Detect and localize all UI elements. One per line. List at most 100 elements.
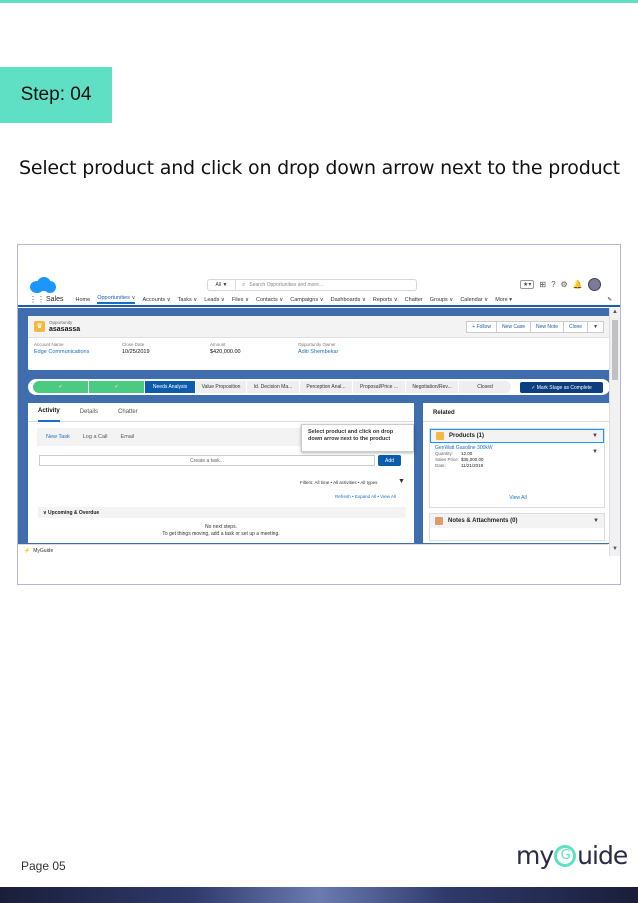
field-value: 10/25/2019: [122, 349, 150, 355]
setup-gear-icon[interactable]: ⚙: [561, 280, 568, 289]
stage-proposal-price-quote[interactable]: Proposal/Price ...: [353, 381, 405, 393]
tab-new-task[interactable]: New Task: [46, 434, 70, 440]
scroll-up-arrow-icon[interactable]: ▲: [612, 309, 618, 315]
mark-stage-complete-button[interactable]: ✓ Mark Stage as Complete: [520, 382, 603, 393]
help-icon[interactable]: ?: [551, 280, 555, 289]
products-header: Products (1) ▼: [430, 429, 604, 443]
nav-item-reports[interactable]: Reports ∨: [373, 297, 398, 303]
products-title[interactable]: Products (1): [449, 433, 484, 439]
tab-log-a-call[interactable]: Log a Call: [83, 434, 108, 440]
logo-text-uide: uide: [577, 841, 628, 870]
stage-completed-2[interactable]: ✓: [89, 381, 144, 393]
user-avatar[interactable]: [587, 278, 601, 291]
top-accent-line: [0, 0, 638, 3]
stage-closed[interactable]: Closed: [459, 381, 511, 393]
salesforce-screenshot: All ▼ ⌕ Search Opportunities and more...…: [17, 244, 621, 585]
myguide-logo: my G uide: [516, 841, 628, 870]
clone-button[interactable]: Clone: [562, 321, 589, 333]
field-label: Opportunity Owner: [298, 342, 336, 347]
tab-details[interactable]: Details: [80, 403, 98, 422]
tab-activity[interactable]: Activity: [38, 403, 60, 422]
nav-item-calendar[interactable]: Calendar ∨: [460, 297, 488, 303]
myguide-bolt-icon: ⚡: [24, 547, 31, 554]
search-placeholder: Search Opportunities and more...: [249, 282, 324, 288]
global-search[interactable]: All ▼ ⌕ Search Opportunities and more...: [207, 279, 417, 291]
notes-title[interactable]: Notes & Attachments (0): [448, 518, 517, 524]
stage-needs-analysis[interactable]: Needs Analysis: [145, 381, 195, 393]
follow-button[interactable]: + Follow: [466, 321, 497, 333]
stage-perception-analysis[interactable]: Perception Anal...: [300, 381, 352, 393]
nav-item-dashboards[interactable]: Dashboards ∨: [331, 297, 366, 303]
opportunity-header-card: ♛ Opportunity asasassa + Follow New Case…: [28, 316, 610, 370]
nav-bar: ⋮⋮ Sales Home Opportunities ∨ Accounts ∨…: [18, 294, 620, 307]
page-number: Page 05: [21, 859, 66, 873]
nav-item-contacts[interactable]: Contacts ∨: [256, 297, 283, 303]
notes-icon: [435, 517, 443, 525]
highlight-fields: Account Name Edge Communications Close D…: [34, 342, 408, 355]
scroll-down-arrow-icon[interactable]: ▼: [612, 546, 618, 552]
notifications-bell-icon[interactable]: 🔔: [573, 280, 583, 289]
product-row-dropdown-icon[interactable]: ▼: [592, 449, 598, 455]
field-account-name: Account Name Edge Communications: [34, 342, 122, 355]
notes-attachments-card: Notes & Attachments (0) ▼: [429, 513, 605, 541]
notes-dropdown-icon[interactable]: ▼: [593, 518, 599, 524]
account-link[interactable]: Edge Communications: [34, 349, 122, 355]
record-actions: + Follow New Case New Note Clone ▼: [466, 321, 604, 333]
nav-item-tasks[interactable]: Tasks ∨: [178, 297, 198, 303]
owner-link[interactable]: Aditi Shembekar: [298, 349, 408, 355]
app-name: Sales: [46, 296, 64, 303]
products-card: Products (1) ▼ GenWatt Gasoline 300kW Qu…: [429, 428, 605, 508]
activity-links[interactable]: Refresh • Expand All • View All: [335, 494, 396, 499]
view-all-link[interactable]: View All: [430, 495, 606, 501]
field-label: Amount: [210, 342, 226, 347]
header-icons: ★▾ ⊞ ? ⚙ 🔔: [520, 278, 601, 291]
logo-g-circle-icon: G: [554, 844, 577, 867]
nav-item-campaigns[interactable]: Campaigns ∨: [290, 297, 323, 303]
upcoming-overdue-section[interactable]: ∨ Upcoming & Overdue: [38, 507, 406, 518]
nav-item-accounts[interactable]: Accounts ∨: [142, 297, 170, 303]
nav-item-more[interactable]: More ▾: [495, 297, 512, 303]
related-panel: Related Products (1) ▼ GenWatt Gasoline …: [423, 403, 610, 543]
scrollbar-thumb[interactable]: [612, 320, 618, 380]
new-case-button[interactable]: New Case: [495, 321, 532, 333]
edit-nav-pencil-icon[interactable]: ✎: [607, 297, 612, 303]
nav-item-leads[interactable]: Leads ∨: [204, 297, 225, 303]
app-launcher-icon[interactable]: ⋮⋮: [29, 295, 45, 304]
new-note-button[interactable]: New Note: [530, 321, 564, 333]
stage-id-decision-makers[interactable]: Id. Decision Ma...: [247, 381, 299, 393]
global-actions-icon[interactable]: ⊞: [539, 280, 546, 289]
stage-value-proposition[interactable]: Value Proposition: [196, 381, 246, 393]
products-dropdown-icon[interactable]: ▼: [592, 433, 598, 439]
vertical-scrollbar[interactable]: ▲ ▼: [609, 308, 620, 556]
step-badge: Step: 04: [0, 67, 112, 123]
filter-funnel-icon[interactable]: ▼: [398, 478, 405, 485]
myguide-label[interactable]: MyGuide: [33, 548, 53, 554]
global-header: All ▼ ⌕ Search Opportunities and more...…: [18, 245, 620, 294]
record-type-label: Opportunity: [49, 320, 73, 325]
product-field-key: Date:: [435, 463, 446, 468]
create-task-input[interactable]: Create a task...: [39, 455, 375, 466]
field-label: Account Name: [34, 342, 64, 347]
product-icon: [436, 432, 444, 440]
nav-item-home[interactable]: Home: [76, 297, 91, 303]
nav-item-chatter[interactable]: Chatter: [405, 297, 423, 303]
tab-chatter[interactable]: Chatter: [118, 403, 138, 422]
no-steps-line-2: To get things moving, add a task or set …: [162, 531, 280, 537]
field-owner: Opportunity Owner Aditi Shembekar: [298, 342, 408, 355]
stage-negotiation-review[interactable]: Negotiation/Rev...: [406, 381, 458, 393]
instruction-heading: Select product and click on drop down ar…: [19, 157, 620, 179]
add-task-button[interactable]: Add: [378, 455, 401, 466]
favorites-icon[interactable]: ★▾: [520, 280, 535, 289]
stage-completed-1[interactable]: ✓: [33, 381, 88, 393]
related-tab[interactable]: Related: [423, 403, 610, 422]
nav-item-opportunities[interactable]: Opportunities ∨: [97, 295, 136, 304]
nav-item-groups[interactable]: Groups ∨: [430, 297, 454, 303]
activity-tabs: Activity Details Chatter: [28, 403, 414, 422]
logo-text-my: my: [516, 841, 554, 870]
more-actions-dropdown[interactable]: ▼: [587, 321, 604, 333]
field-label: Close Date: [122, 342, 145, 347]
notes-header: Notes & Attachments (0) ▼: [430, 514, 604, 528]
search-scope-select[interactable]: All ▼: [208, 280, 236, 290]
tab-email[interactable]: Email: [121, 434, 135, 440]
nav-item-files[interactable]: Files ∨: [232, 297, 249, 303]
